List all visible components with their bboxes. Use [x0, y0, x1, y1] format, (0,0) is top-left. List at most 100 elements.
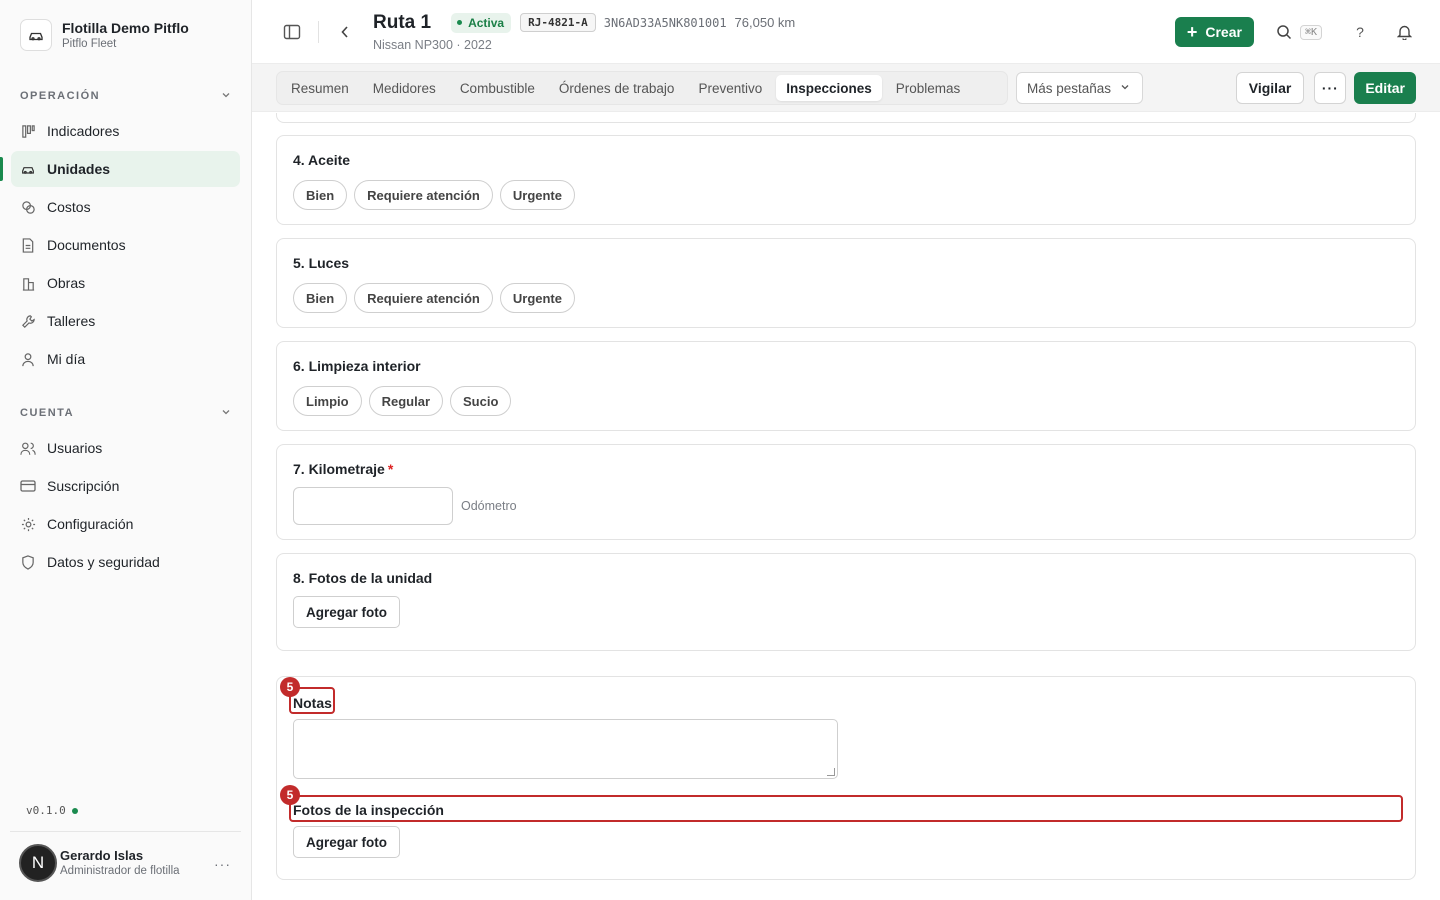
tab-combustible[interactable]: Combustible [450, 75, 545, 101]
odometer-text: 76,050 km [734, 15, 796, 30]
odometer-unit: Odómetro [461, 499, 517, 513]
inspection-form: 4. Aceite Bien Requiere atención Urgente… [252, 113, 1440, 900]
building-icon [20, 275, 36, 291]
chevron-down-icon [221, 90, 231, 103]
shield-icon [20, 554, 36, 570]
users-icon [20, 440, 36, 456]
page-title: Ruta 1 [373, 11, 432, 33]
avatar: N [19, 843, 57, 882]
option-chip[interactable]: Urgente [499, 180, 575, 210]
section-cuenta[interactable]: CUENTA [0, 403, 251, 423]
sidebar-item-suscripcion[interactable]: Suscripción [11, 468, 240, 504]
more-tabs-dropdown[interactable]: Más pestañas [1016, 72, 1143, 104]
coins-icon [20, 199, 36, 215]
sidebar-item-label: Indicadores [47, 123, 120, 139]
sidebar-item-mi-dia[interactable]: Mi día [11, 341, 240, 377]
org-switcher[interactable]: Flotilla Demo Pitflo Pitflo Fleet [0, 0, 251, 70]
version-indicator: v0.1.0 [26, 804, 78, 817]
annotation-marker: 5 [280, 677, 300, 697]
notes-textarea[interactable] [293, 719, 838, 779]
add-inspection-photo-button[interactable]: Agregar foto [293, 826, 400, 858]
sidebar-item-unidades[interactable]: Unidades [0, 151, 240, 187]
section-cuenta-label: CUENTA [20, 407, 75, 419]
odometer-input[interactable] [293, 487, 453, 525]
required-marker: * [387, 461, 394, 477]
sidebar-item-documentos[interactable]: Documentos [11, 227, 240, 263]
user-name: Gerardo Islas [60, 848, 144, 863]
section-operacion[interactable]: OPERACIÓN [0, 86, 251, 106]
user-icon [20, 351, 36, 367]
annotation-marker: 5 [280, 785, 300, 805]
back-icon[interactable] [333, 20, 357, 44]
more-actions-button[interactable]: ··· [1314, 72, 1347, 104]
tab-medidores[interactable]: Medidores [363, 75, 446, 101]
sidebar-item-label: Configuración [47, 516, 134, 532]
top-bar: Ruta 1 Activa RJ-4821-A 3N6AD33A5NK80100… [252, 0, 1440, 64]
sidebar-item-usuarios[interactable]: Usuarios [11, 430, 240, 466]
resize-handle-icon[interactable] [827, 768, 835, 776]
question-card-aceite: 4. Aceite Bien Requiere atención Urgente [276, 135, 1416, 225]
tab-inspecciones[interactable]: Inspecciones [776, 75, 882, 101]
option-chip[interactable]: Sucio [450, 386, 512, 416]
create-button[interactable]: + Crear [1174, 17, 1254, 47]
sidebar-item-talleres[interactable]: Talleres [11, 303, 240, 339]
sidebar-item-label: Mi día [47, 351, 86, 367]
tab-problemas[interactable]: Problemas [886, 75, 971, 101]
sidebar-item-label: Unidades [47, 161, 111, 177]
bell-icon[interactable] [1392, 20, 1416, 44]
highlight-box-photos [289, 795, 1403, 822]
watch-button[interactable]: Vigilar [1235, 72, 1305, 104]
sidebar-item-obras[interactable]: Obras [11, 265, 240, 301]
question-card-luces: 5. Luces Bien Requiere atención Urgente [276, 238, 1416, 328]
option-chip[interactable]: Requiere atención [354, 180, 493, 210]
help-icon[interactable]: ? [1348, 20, 1372, 44]
divider [318, 20, 319, 43]
plate-badge: RJ-4821-A [520, 13, 596, 32]
user-menu[interactable]: N Gerardo Islas Administrador de flotill… [10, 831, 241, 893]
sidebar-item-datos-seguridad[interactable]: Datos y seguridad [11, 544, 240, 580]
tab-resumen[interactable]: Resumen [281, 75, 359, 101]
more-icon[interactable]: ··· [214, 856, 231, 872]
org-subtitle: Pitflo Fleet [62, 38, 117, 50]
question-title: 8. Fotos de la unidad [293, 570, 433, 586]
vehicle-subtitle: Nissan NP300 · 2022 [373, 37, 492, 52]
sidebar-item-label: Datos y seguridad [47, 554, 160, 570]
org-name: Flotilla Demo Pitflo [62, 20, 189, 36]
tab-ordenes-de-trabajo[interactable]: Órdenes de trabajo [549, 75, 685, 101]
kanban-icon [20, 123, 36, 139]
sidebar-item-indicadores[interactable]: Indicadores [11, 113, 240, 149]
question-title: 7. Kilometraje [293, 461, 385, 477]
vin-text: 3N6AD33A5NK801001 [603, 15, 727, 30]
search-icon[interactable] [1272, 20, 1296, 44]
sidebar-toggle-icon[interactable] [280, 20, 304, 44]
tab-preventivo[interactable]: Preventivo [688, 75, 772, 101]
option-chip[interactable]: Urgente [499, 283, 575, 313]
edit-button[interactable]: Editar [1354, 72, 1416, 104]
option-chip[interactable]: Regular [368, 386, 444, 416]
sidebar-item-configuracion[interactable]: Configuración [11, 506, 240, 542]
add-photo-button[interactable]: Agregar foto [293, 596, 400, 628]
option-chip[interactable]: Bien [293, 180, 348, 210]
version-label: v0.1.0 [26, 804, 66, 817]
document-icon [20, 237, 36, 253]
sidebar-item-label: Costos [47, 199, 91, 215]
chevron-down-icon [1120, 82, 1130, 95]
chevron-down-icon [221, 407, 231, 420]
option-chip[interactable]: Limpio [293, 386, 362, 416]
notes-label: Notas [293, 695, 332, 711]
more-tabs-label: Más pestañas [1027, 80, 1112, 96]
question-title: 6. Limpieza interior [293, 358, 421, 374]
question-title: 5. Luces [293, 255, 350, 271]
shortcut-badge: ⌘K [1299, 24, 1322, 40]
question-title: 4. Aceite [293, 152, 351, 168]
option-chip[interactable]: Bien [293, 283, 348, 313]
sidebar-item-label: Usuarios [47, 440, 103, 456]
final-section-card: Notas Fotos de la inspección Agregar fot… [276, 676, 1416, 880]
option-chip[interactable]: Requiere atención [354, 283, 493, 313]
sidebar-item-label: Documentos [47, 237, 126, 253]
status-badge: Activa [451, 12, 512, 33]
sidebar-item-costos[interactable]: Costos [11, 189, 240, 225]
status-label: Activa [468, 15, 505, 30]
status-dot [457, 20, 463, 25]
credit-card-icon [20, 478, 36, 494]
